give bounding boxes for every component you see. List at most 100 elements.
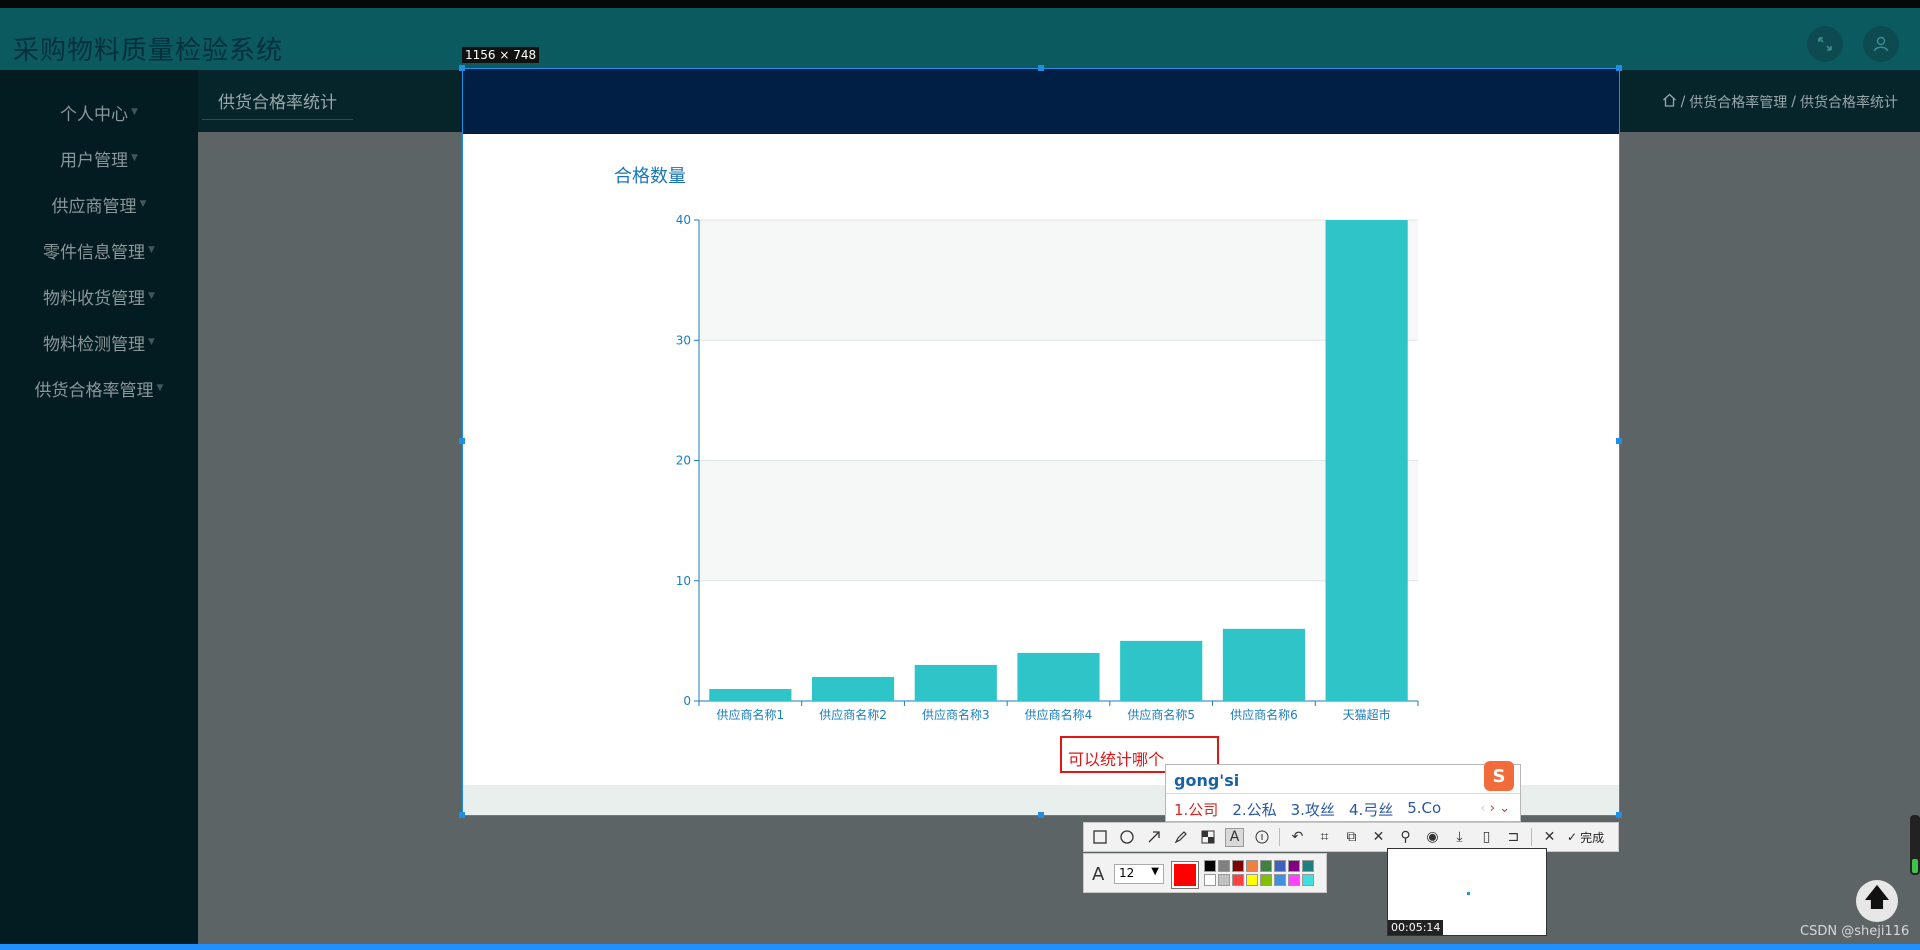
resize-handle[interactable] xyxy=(1616,812,1622,818)
check-icon: ✓ xyxy=(1567,830,1578,844)
breadcrumb-separator: / xyxy=(1680,94,1686,110)
color-swatch[interactable] xyxy=(1232,860,1244,872)
record-icon[interactable]: ◉ xyxy=(1423,828,1442,847)
color-swatch[interactable] xyxy=(1274,860,1286,872)
top-header: 采购物料质量检验系统 xyxy=(0,0,1920,70)
sidebar-item-user-management[interactable]: 用户管理 ▼ xyxy=(0,138,198,178)
scroll-capture-icon[interactable]: ✕ xyxy=(1369,828,1388,847)
x-tick-label: 天猫超市 xyxy=(1343,707,1391,722)
translate-icon[interactable]: ⌗ xyxy=(1315,828,1334,847)
font-size-select[interactable]: 12 ▼ xyxy=(1114,864,1164,884)
ocr-icon[interactable]: ⧉ xyxy=(1342,828,1361,847)
current-color-swatch[interactable] xyxy=(1171,861,1199,889)
user-icon[interactable] xyxy=(1863,26,1899,62)
x-tick-label: 供应商名称2 xyxy=(819,707,887,722)
sidebar-item-part-info-management[interactable]: 零件信息管理 ▼ xyxy=(0,230,198,270)
color-swatch[interactable] xyxy=(1302,860,1314,872)
color-swatch[interactable] xyxy=(1274,874,1286,886)
arrow-up-icon: 🡅 xyxy=(1863,883,1891,913)
color-swatch[interactable] xyxy=(1246,860,1258,872)
chevron-down-icon: ▼ xyxy=(131,153,138,163)
color-swatch[interactable] xyxy=(1288,874,1300,886)
number-marker-icon[interactable] xyxy=(1252,828,1271,847)
ime-candidate[interactable]: 1.公司 xyxy=(1174,799,1218,820)
color-swatch[interactable] xyxy=(1218,874,1230,886)
x-tick-label: 供应商名称4 xyxy=(1025,707,1093,722)
bar xyxy=(811,676,895,701)
arrow-tool-icon[interactable] xyxy=(1144,828,1163,847)
dropdown-arrow-icon: ▼ xyxy=(1151,866,1159,877)
sidebar-item-personal-center[interactable]: 个人中心 ▼ xyxy=(0,92,198,132)
app-title: 采购物料质量检验系统 xyxy=(13,36,284,66)
color-swatch[interactable] xyxy=(1204,874,1216,886)
color-swatch[interactable] xyxy=(1288,860,1300,872)
ime-candidate[interactable]: 4.弓丝 xyxy=(1349,799,1393,820)
watermark: CSDN @sheji116 xyxy=(1800,924,1910,939)
ime-candidate[interactable]: 2.公私 xyxy=(1232,799,1276,820)
color-palette xyxy=(1204,860,1314,886)
pin-icon[interactable]: ⚲ xyxy=(1396,828,1415,847)
grid-band xyxy=(699,460,1418,581)
ellipse-tool-icon[interactable] xyxy=(1117,828,1136,847)
home-icon[interactable] xyxy=(1662,93,1677,111)
sidebar-item-pass-rate-management[interactable]: 供货合格率管理 ▼ xyxy=(0,368,198,408)
sidebar-item-material-inspection-management[interactable]: 物料检测管理 ▼ xyxy=(0,322,198,362)
chevron-down-icon: ▼ xyxy=(139,199,147,209)
x-tick-label: 供应商名称3 xyxy=(922,707,990,722)
ime-candidate[interactable]: 5.Co xyxy=(1407,799,1441,820)
bar xyxy=(1325,220,1408,701)
text-tool-icon[interactable]: A xyxy=(1225,827,1244,847)
phone-icon[interactable]: ▯ xyxy=(1477,828,1496,847)
download-icon[interactable]: ⤓ xyxy=(1450,828,1469,847)
rectangle-tool-icon[interactable] xyxy=(1090,828,1109,847)
resize-handle[interactable] xyxy=(459,438,465,444)
ime-logo-icon: S xyxy=(1484,761,1514,791)
ime-candidate[interactable]: 3.攻丝 xyxy=(1291,799,1335,820)
sidebar-item-material-receipt-management[interactable]: 物料收货管理 ▼ xyxy=(0,276,198,316)
x-tick-label: 供应商名称5 xyxy=(1127,707,1195,722)
volume-indicator xyxy=(1910,815,1920,875)
breadcrumb-separator: / xyxy=(1791,94,1796,110)
resize-handle[interactable] xyxy=(1038,812,1044,818)
recording-time: 00:05:14 xyxy=(1388,920,1444,935)
back-to-top-button[interactable]: 🡅 xyxy=(1856,880,1898,922)
breadcrumb-item: 供货合格率统计 xyxy=(1800,95,1898,111)
chevron-left-icon[interactable]: ‹ xyxy=(1480,801,1485,816)
mosaic-tool-icon[interactable] xyxy=(1198,828,1217,847)
color-swatch[interactable] xyxy=(1232,874,1244,886)
tab-pass-rate-statistics[interactable]: 供货合格率统计 xyxy=(202,82,353,120)
color-swatch[interactable] xyxy=(1218,860,1230,872)
bar xyxy=(1222,628,1306,701)
font-icon: A xyxy=(1092,864,1105,885)
color-swatch[interactable] xyxy=(1302,874,1314,886)
y-tick-label: 40 xyxy=(676,213,691,227)
color-swatch[interactable] xyxy=(1260,860,1272,872)
color-swatch[interactable] xyxy=(1246,874,1258,886)
bookmark-icon[interactable]: ⊐ xyxy=(1504,828,1523,847)
resize-handle[interactable] xyxy=(1038,65,1044,71)
resize-handle[interactable] xyxy=(459,65,465,71)
sidebar-item-supplier-management[interactable]: 供应商管理 ▼ xyxy=(0,184,198,224)
chevron-down-icon[interactable]: ⌄ xyxy=(1499,801,1510,816)
undo-icon[interactable]: ↶ xyxy=(1288,828,1307,847)
resize-handle[interactable] xyxy=(1616,65,1622,71)
grid-band xyxy=(699,220,1418,341)
bar xyxy=(1120,640,1203,701)
resize-handle[interactable] xyxy=(1616,438,1622,444)
pencil-tool-icon[interactable] xyxy=(1171,828,1190,847)
breadcrumb-item[interactable]: 供货合格率管理 xyxy=(1689,92,1787,112)
progress-bar xyxy=(0,944,1920,950)
fullscreen-icon[interactable] xyxy=(1807,26,1843,62)
chevron-down-icon: ▼ xyxy=(156,383,164,393)
resize-handle[interactable] xyxy=(459,812,465,818)
done-button[interactable]: ✓ 完成 xyxy=(1567,829,1604,846)
x-tick-label: 供应商名称6 xyxy=(1230,707,1298,722)
color-swatch[interactable] xyxy=(1260,874,1272,886)
chevron-down-icon: ▼ xyxy=(148,245,155,255)
close-icon[interactable]: ✕ xyxy=(1540,828,1559,847)
y-tick-label: 0 xyxy=(683,694,691,708)
screenshot-selection[interactable]: 合格数量 0 10 20 30 40 供应商名称1 供应商名称2 供应商名称3 供应商名称4 供应… xyxy=(462,68,1620,816)
chevron-right-icon[interactable]: › xyxy=(1490,801,1495,816)
color-swatch[interactable] xyxy=(1204,860,1216,872)
chevron-down-icon: ▼ xyxy=(148,337,155,347)
